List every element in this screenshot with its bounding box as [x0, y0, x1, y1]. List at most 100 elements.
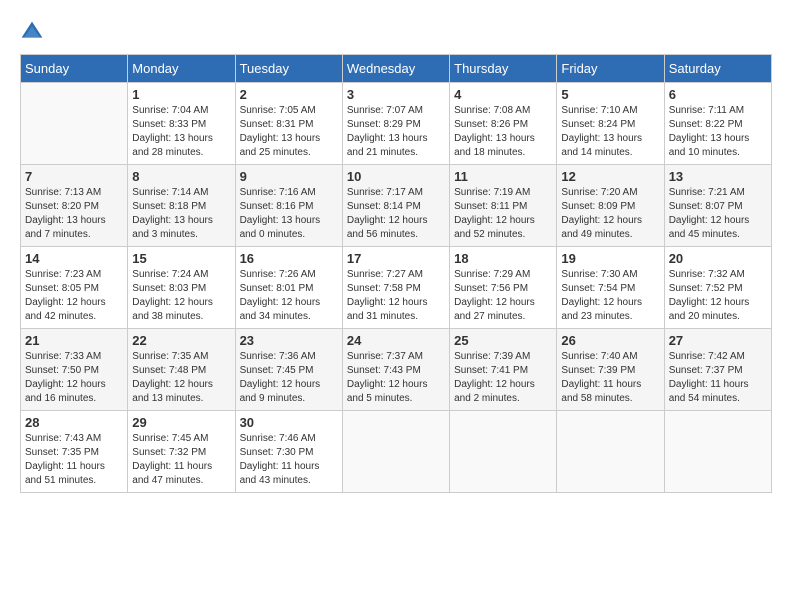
- day-cell: 23 Sunrise: 7:36 AM Sunset: 7:45 PM Dayli…: [235, 329, 342, 411]
- day-info: Sunrise: 7:27 AM Sunset: 7:58 PM Dayligh…: [347, 268, 445, 324]
- day-info: Sunrise: 7:37 AM Sunset: 7:43 PM Dayligh…: [347, 350, 445, 406]
- day-cell: 29Sunrise: 7:45 AM Sunset: 7:32 PM Dayli…: [128, 411, 235, 493]
- day-number: 23: [240, 333, 338, 348]
- day-info: Sunrise: 7:39 AM Sunset: 7:41 PM Dayligh…: [454, 350, 552, 406]
- day-number: 10: [347, 169, 445, 184]
- col-header-wednesday: Wednesday: [342, 55, 449, 83]
- day-cell: 5 Sunrise: 7:10 AM Sunset: 8:24 PM Daylig…: [557, 83, 664, 165]
- day-info: Sunrise: 7:13 AM Sunset: 8:20 PM Dayligh…: [25, 186, 123, 242]
- day-number: 9: [240, 169, 338, 184]
- day-number: 11: [454, 169, 552, 184]
- day-cell: [557, 411, 664, 493]
- day-info: Sunrise: 7:10 AM Sunset: 8:24 PM Dayligh…: [561, 104, 659, 160]
- day-cell: 11 Sunrise: 7:19 AM Sunset: 8:11 PM Dayli…: [450, 165, 557, 247]
- day-cell: 2 Sunrise: 7:05 AM Sunset: 8:31 PM Daylig…: [235, 83, 342, 165]
- col-header-sunday: Sunday: [21, 55, 128, 83]
- day-info: Sunrise: 7:05 AM Sunset: 8:31 PM Dayligh…: [240, 104, 338, 160]
- day-number: 2: [240, 87, 338, 102]
- day-info: Sunrise: 7:08 AM Sunset: 8:26 PM Dayligh…: [454, 104, 552, 160]
- day-number: 26: [561, 333, 659, 348]
- col-header-saturday: Saturday: [664, 55, 771, 83]
- day-cell: 3 Sunrise: 7:07 AM Sunset: 8:29 PM Daylig…: [342, 83, 449, 165]
- day-cell: 12 Sunrise: 7:20 AM Sunset: 8:09 PM Dayli…: [557, 165, 664, 247]
- day-cell: 24 Sunrise: 7:37 AM Sunset: 7:43 PM Dayli…: [342, 329, 449, 411]
- day-cell: 25 Sunrise: 7:39 AM Sunset: 7:41 PM Dayli…: [450, 329, 557, 411]
- day-number: 7: [25, 169, 123, 184]
- day-cell: 9 Sunrise: 7:16 AM Sunset: 8:16 PM Daylig…: [235, 165, 342, 247]
- day-cell: 27 Sunrise: 7:42 AM Sunset: 7:37 PM Dayli…: [664, 329, 771, 411]
- day-cell: 26 Sunrise: 7:40 AM Sunset: 7:39 PM Dayli…: [557, 329, 664, 411]
- logo-icon: [20, 20, 44, 44]
- day-cell: [450, 411, 557, 493]
- day-number: 15: [132, 251, 230, 266]
- day-cell: 1Sunrise: 7:04 AM Sunset: 8:33 PM Daylig…: [128, 83, 235, 165]
- day-cell: 16 Sunrise: 7:26 AM Sunset: 8:01 PM Dayli…: [235, 247, 342, 329]
- day-number: 14: [25, 251, 123, 266]
- day-info: Sunrise: 7:14 AM Sunset: 8:18 PM Dayligh…: [132, 186, 230, 242]
- page-header: [20, 20, 772, 44]
- day-info: Sunrise: 7:26 AM Sunset: 8:01 PM Dayligh…: [240, 268, 338, 324]
- day-number: 21: [25, 333, 123, 348]
- day-info: Sunrise: 7:21 AM Sunset: 8:07 PM Dayligh…: [669, 186, 767, 242]
- day-cell: [342, 411, 449, 493]
- day-number: 27: [669, 333, 767, 348]
- day-cell: [664, 411, 771, 493]
- day-number: 12: [561, 169, 659, 184]
- day-number: 29: [132, 415, 230, 430]
- day-number: 5: [561, 87, 659, 102]
- day-cell: 4Sunrise: 7:08 AM Sunset: 8:26 PM Daylig…: [450, 83, 557, 165]
- day-number: 22: [132, 333, 230, 348]
- day-info: Sunrise: 7:29 AM Sunset: 7:56 PM Dayligh…: [454, 268, 552, 324]
- day-cell: 18 Sunrise: 7:29 AM Sunset: 7:56 PM Dayli…: [450, 247, 557, 329]
- day-info: Sunrise: 7:16 AM Sunset: 8:16 PM Dayligh…: [240, 186, 338, 242]
- day-cell: 21 Sunrise: 7:33 AM Sunset: 7:50 PM Dayli…: [21, 329, 128, 411]
- day-number: 3: [347, 87, 445, 102]
- week-row-2: 7 Sunrise: 7:13 AM Sunset: 8:20 PM Daylig…: [21, 165, 772, 247]
- day-cell: 13 Sunrise: 7:21 AM Sunset: 8:07 PM Dayli…: [664, 165, 771, 247]
- day-info: Sunrise: 7:11 AM Sunset: 8:22 PM Dayligh…: [669, 104, 767, 160]
- day-info: Sunrise: 7:33 AM Sunset: 7:50 PM Dayligh…: [25, 350, 123, 406]
- day-cell: 7 Sunrise: 7:13 AM Sunset: 8:20 PM Daylig…: [21, 165, 128, 247]
- day-number: 13: [669, 169, 767, 184]
- day-number: 16: [240, 251, 338, 266]
- day-cell: 19Sunrise: 7:30 AM Sunset: 7:54 PM Dayli…: [557, 247, 664, 329]
- week-row-4: 21 Sunrise: 7:33 AM Sunset: 7:50 PM Dayli…: [21, 329, 772, 411]
- day-number: 8: [132, 169, 230, 184]
- day-cell: 14 Sunrise: 7:23 AM Sunset: 8:05 PM Dayli…: [21, 247, 128, 329]
- day-info: Sunrise: 7:32 AM Sunset: 7:52 PM Dayligh…: [669, 268, 767, 324]
- day-cell: 6 Sunrise: 7:11 AM Sunset: 8:22 PM Daylig…: [664, 83, 771, 165]
- day-info: Sunrise: 7:40 AM Sunset: 7:39 PM Dayligh…: [561, 350, 659, 406]
- day-cell: 10 Sunrise: 7:17 AM Sunset: 8:14 PM Dayli…: [342, 165, 449, 247]
- day-info: Sunrise: 7:43 AM Sunset: 7:35 PM Dayligh…: [25, 432, 123, 488]
- day-cell: 30 Sunrise: 7:46 AM Sunset: 7:30 PM Dayli…: [235, 411, 342, 493]
- week-row-1: 1Sunrise: 7:04 AM Sunset: 8:33 PM Daylig…: [21, 83, 772, 165]
- week-row-3: 14 Sunrise: 7:23 AM Sunset: 8:05 PM Dayli…: [21, 247, 772, 329]
- day-number: 30: [240, 415, 338, 430]
- day-number: 25: [454, 333, 552, 348]
- calendar-table: SundayMondayTuesdayWednesdayThursdayFrid…: [20, 54, 772, 493]
- day-number: 1: [132, 87, 230, 102]
- day-info: Sunrise: 7:23 AM Sunset: 8:05 PM Dayligh…: [25, 268, 123, 324]
- day-cell: 22 Sunrise: 7:35 AM Sunset: 7:48 PM Dayli…: [128, 329, 235, 411]
- col-header-monday: Monday: [128, 55, 235, 83]
- day-info: Sunrise: 7:36 AM Sunset: 7:45 PM Dayligh…: [240, 350, 338, 406]
- day-cell: 20 Sunrise: 7:32 AM Sunset: 7:52 PM Dayli…: [664, 247, 771, 329]
- day-cell: 8 Sunrise: 7:14 AM Sunset: 8:18 PM Daylig…: [128, 165, 235, 247]
- day-number: 20: [669, 251, 767, 266]
- col-header-thursday: Thursday: [450, 55, 557, 83]
- day-info: Sunrise: 7:24 AM Sunset: 8:03 PM Dayligh…: [132, 268, 230, 324]
- week-row-5: 28Sunrise: 7:43 AM Sunset: 7:35 PM Dayli…: [21, 411, 772, 493]
- day-info: Sunrise: 7:07 AM Sunset: 8:29 PM Dayligh…: [347, 104, 445, 160]
- header-row: SundayMondayTuesdayWednesdayThursdayFrid…: [21, 55, 772, 83]
- day-info: Sunrise: 7:42 AM Sunset: 7:37 PM Dayligh…: [669, 350, 767, 406]
- day-number: 17: [347, 251, 445, 266]
- day-number: 18: [454, 251, 552, 266]
- day-info: Sunrise: 7:46 AM Sunset: 7:30 PM Dayligh…: [240, 432, 338, 488]
- day-info: Sunrise: 7:20 AM Sunset: 8:09 PM Dayligh…: [561, 186, 659, 242]
- day-info: Sunrise: 7:35 AM Sunset: 7:48 PM Dayligh…: [132, 350, 230, 406]
- day-cell: 15 Sunrise: 7:24 AM Sunset: 8:03 PM Dayli…: [128, 247, 235, 329]
- day-info: Sunrise: 7:19 AM Sunset: 8:11 PM Dayligh…: [454, 186, 552, 242]
- day-number: 24: [347, 333, 445, 348]
- day-info: Sunrise: 7:17 AM Sunset: 8:14 PM Dayligh…: [347, 186, 445, 242]
- day-number: 6: [669, 87, 767, 102]
